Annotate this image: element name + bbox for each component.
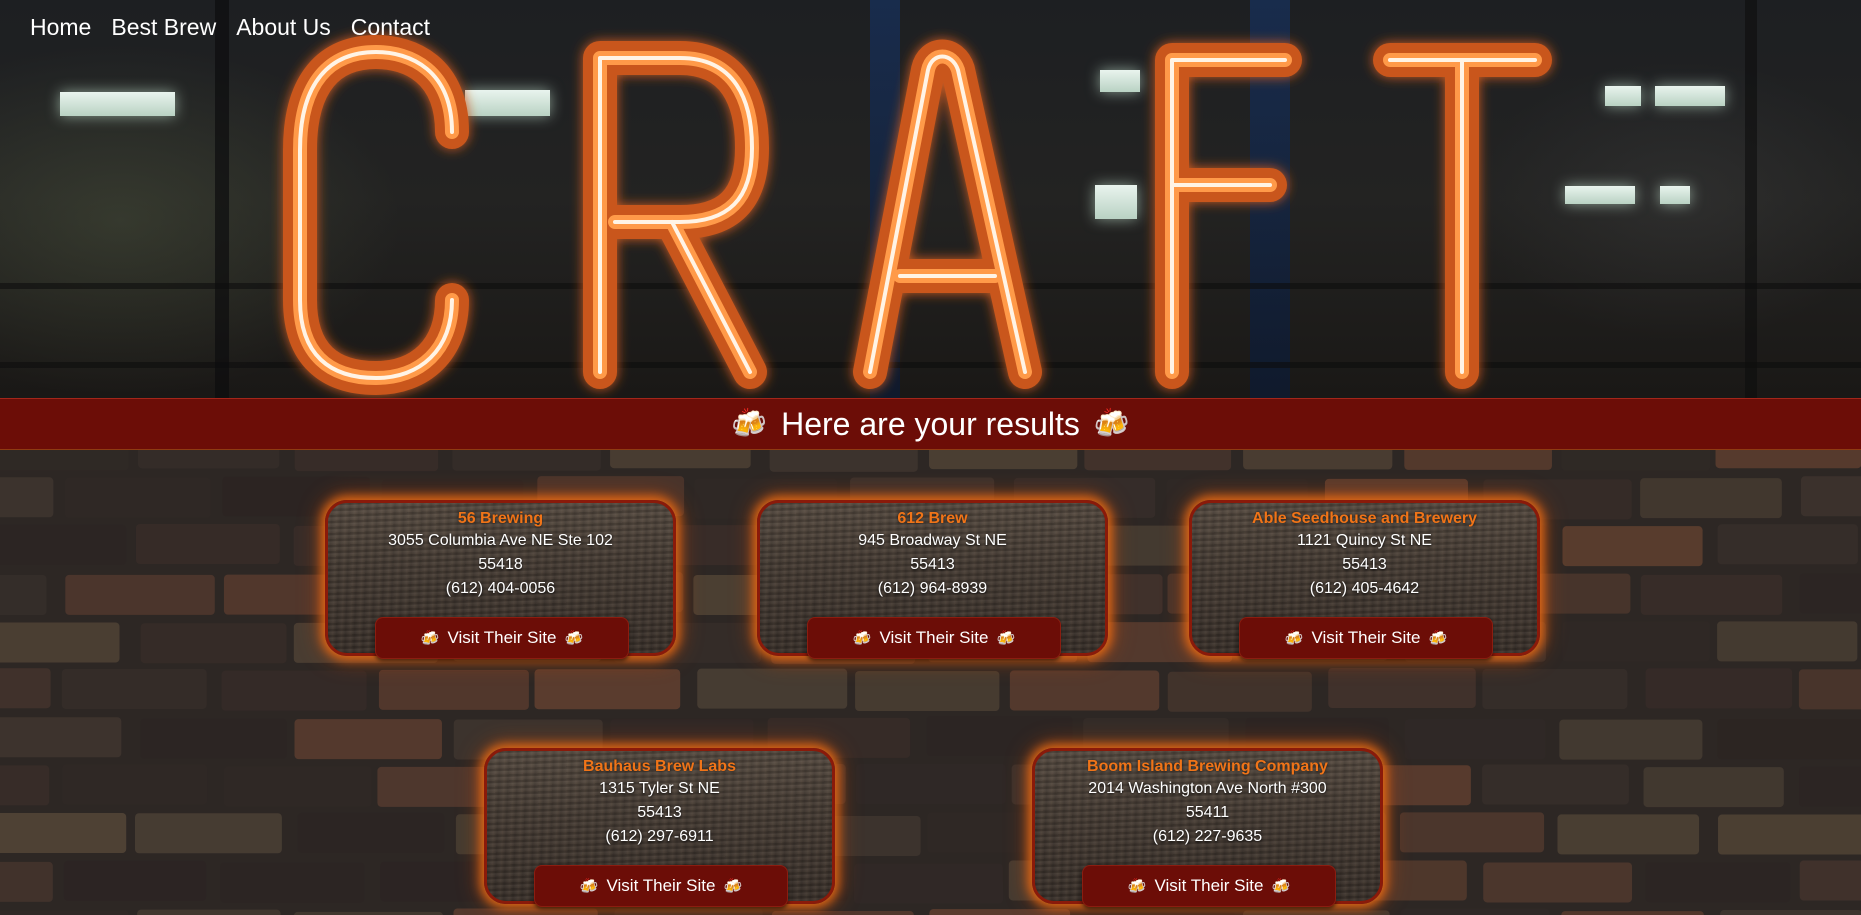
brewery-card: Able Seedhouse and Brewery 1121 Quincy S… (1189, 500, 1540, 659)
brewery-phone: (612) 405-4642 (1309, 580, 1420, 597)
visit-site-button[interactable]: 🍻 Visit Their Site 🍻 (375, 617, 629, 659)
neon-letter-a (853, 39, 1042, 389)
brewery-phone: (612) 404-0056 (445, 580, 556, 597)
brewery-name: Able Seedhouse and Brewery (1252, 510, 1477, 527)
brewery-name: Bauhaus Brew Labs (583, 758, 736, 775)
brewery-zip: 55413 (910, 556, 955, 573)
visit-site-label: Visit Their Site (606, 876, 716, 895)
brewery-card: 612 Brew 945 Broadway St NE 55413 (612) … (757, 500, 1108, 659)
brewery-zip: 55413 (637, 804, 682, 821)
beer-mugs-icon: 🍻 (579, 877, 599, 895)
visit-site-button[interactable]: 🍻 Visit Their Site 🍻 (1082, 865, 1336, 907)
visit-site-button[interactable]: 🍻 Visit Their Site 🍻 (1239, 617, 1493, 659)
craft-neon-sign (283, 35, 1552, 395)
brewery-name: 56 Brewing (457, 510, 544, 527)
brewery-name: Boom Island Brewing Company (1087, 758, 1328, 775)
brewery-phone: (612) 297-6911 (605, 828, 714, 845)
brewery-phone: (612) 964-8939 (877, 580, 988, 597)
brewery-address: 1121 Quincy St NE (1297, 532, 1432, 549)
beer-mugs-icon: 🍻 (996, 629, 1016, 647)
beer-mugs-icon: 🍻 (852, 629, 872, 647)
visit-site-label: Visit Their Site (1154, 876, 1264, 895)
nav-about-us[interactable]: About Us (226, 10, 341, 44)
beer-mugs-icon: 🍻 (1127, 877, 1147, 895)
brewery-address: 2014 Washington Ave North #300 (1088, 780, 1327, 797)
results-heading: Here are your results (781, 405, 1080, 442)
brewery-zip: 55411 (1185, 804, 1230, 821)
nav-best-brew[interactable]: Best Brew (101, 10, 226, 44)
brewery-phone: (612) 227-9635 (1152, 828, 1263, 845)
brewery-zip: 55413 (1342, 556, 1387, 573)
neon-letter-t (1373, 43, 1552, 389)
nav-home[interactable]: Home (20, 10, 101, 44)
visit-site-button[interactable]: 🍻 Visit Their Site 🍻 (807, 617, 1061, 659)
brewery-card: 56 Brewing 3055 Columbia Ave NE Ste 102 … (325, 500, 676, 659)
beer-mugs-icon: 🍻 (723, 877, 743, 895)
brewery-card: Bauhaus Brew Labs 1315 Tyler St NE 55413… (484, 748, 835, 907)
brewery-address: 3055 Columbia Ave NE Ste 102 (388, 532, 613, 549)
hero-banner: Home Best Brew About Us Contact (0, 0, 1861, 398)
neon-letter-f (1155, 43, 1302, 389)
brewery-name: 612 Brew (897, 510, 968, 527)
visit-site-label: Visit Their Site (879, 628, 989, 647)
beer-mugs-icon: 🍻 (1271, 877, 1291, 895)
visit-site-button[interactable]: 🍻 Visit Their Site 🍻 (534, 865, 788, 907)
brewery-zip: 55418 (478, 556, 523, 573)
beer-mugs-icon: 🍻 (1284, 629, 1304, 647)
brewery-address: 1315 Tyler St NE (599, 780, 720, 797)
results-banner: 🍻 Here are your results 🍻 (0, 398, 1861, 451)
visit-site-label: Visit Their Site (1311, 628, 1421, 647)
beer-mugs-icon: 🍻 (420, 629, 440, 647)
beer-mugs-icon: 🍻 (564, 629, 584, 647)
neon-letter-r (583, 41, 769, 389)
neon-letter-c (283, 35, 469, 395)
top-nav: Home Best Brew About Us Contact (20, 10, 440, 44)
beer-mugs-icon: 🍻 (1093, 407, 1130, 440)
beer-mugs-icon: 🍻 (731, 407, 768, 440)
visit-site-label: Visit Their Site (447, 628, 557, 647)
nav-contact[interactable]: Contact (341, 10, 440, 44)
beer-mugs-icon: 🍻 (1428, 629, 1448, 647)
brewery-address: 945 Broadway St NE (858, 532, 1007, 549)
brewery-card: Boom Island Brewing Company 2014 Washing… (1032, 748, 1383, 907)
